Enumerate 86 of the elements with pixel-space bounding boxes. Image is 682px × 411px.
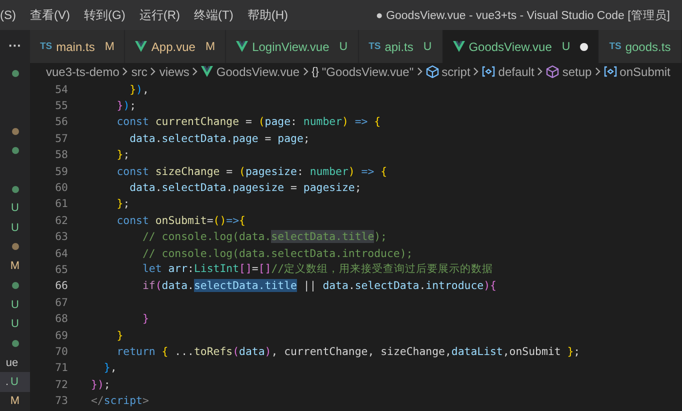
line-number: 59 — [54, 164, 68, 178]
explorer-item[interactable]: U — [0, 218, 30, 238]
line-number: 56 — [54, 115, 68, 128]
line-number: 70 — [54, 344, 68, 358]
vue-icon — [201, 66, 214, 77]
line-number: 68 — [54, 312, 68, 326]
breadcrumb-item[interactable]: {} "GoodsView.vue" — [312, 64, 414, 78]
editor-tab[interactable]: TS goods.ts — [599, 30, 682, 63]
line-number: 69 — [54, 328, 68, 342]
breadcrumb-item[interactable]: setup — [546, 64, 592, 78]
explorer-item[interactable]: U — [0, 198, 30, 218]
explorer-item[interactable]: M — [0, 256, 30, 276]
line-number: 64 — [54, 246, 68, 260]
more-button[interactable]: ··· — [0, 30, 30, 61]
menu-item[interactable]: 终端(T) — [187, 6, 240, 24]
line-number: 63 — [54, 230, 68, 244]
menu-item[interactable]: 帮助(H) — [240, 6, 295, 24]
chevron-icon — [416, 67, 423, 76]
code-line: data.selectData.page = page; — [128, 132, 310, 145]
menu-item[interactable]: 运行(R) — [132, 6, 187, 24]
editor-tab[interactable]: TS main.ts M — [30, 30, 126, 63]
breadcrumb-item[interactable]: views — [159, 64, 190, 78]
explorer-item[interactable]: U — [0, 314, 30, 334]
line-number: 60 — [54, 181, 68, 194]
code-line: data.selectData.pagesize = pagesize; — [128, 181, 362, 194]
line-number: 54 — [54, 82, 68, 96]
code-line: return { ...toRefs(data), currentChange, sizeChange,dataList,onSubmit }; — [116, 344, 580, 358]
code-line: </script> — [91, 394, 149, 408]
menu-item[interactable]: 查看(V) — [23, 6, 77, 24]
breadcrumb-item[interactable]: onSubmit — [604, 64, 670, 78]
breadcrumb-item[interactable]: src — [131, 64, 148, 78]
code-line: // console.log(data.selectData.introduce); — [141, 246, 413, 260]
line-number: 55 — [54, 99, 68, 112]
line-number: 61 — [54, 197, 68, 210]
line-number: 73 — [54, 394, 68, 408]
breadcrumb-item[interactable]: script — [426, 64, 470, 78]
vue-icon — [236, 41, 248, 52]
chevron-icon — [122, 67, 128, 76]
cube-icon — [546, 65, 560, 78]
line-number: 72 — [54, 378, 68, 391]
breadcrumb-item[interactable]: GoodsView.vue — [201, 64, 300, 78]
code-line: const currentChange = (page: number) => { — [116, 115, 381, 128]
code-line: const onSubmit=()=>{ — [116, 214, 246, 227]
breadcrumb-item[interactable]: default — [482, 64, 534, 78]
explorer-item[interactable]: . U — [0, 372, 30, 392]
chevron-icon — [192, 67, 198, 76]
code-line: const sizeChange = (pagesize: number) => { — [116, 164, 388, 178]
breadcrumb-item[interactable]: vue3-ts-demo — [46, 64, 120, 78]
code-line: }), — [128, 82, 149, 96]
editor-tab[interactable]: TS api.ts U — [358, 30, 443, 63]
line-number: 58 — [54, 148, 68, 162]
line-number: 66 — [54, 279, 68, 292]
editor-tab[interactable]: GoodsView.vue U — [442, 30, 600, 63]
vue-icon — [135, 41, 148, 52]
code-line: }); — [91, 378, 110, 391]
code-line: } — [116, 328, 124, 342]
code-line: let arr:ListInt[]=[]//定义数组，用来接受查询过后要展示的数据 — [141, 262, 494, 276]
chevron-icon — [594, 67, 601, 76]
menu-item[interactable]: (S) — [0, 8, 23, 22]
code-line: // console.log(data.selectData.title); — [141, 230, 387, 244]
chevron-icon — [302, 67, 309, 76]
line-number: 67 — [54, 296, 68, 309]
cube-icon — [426, 65, 439, 78]
line-number: 71 — [54, 361, 68, 374]
line-number: 62 — [54, 214, 68, 227]
code-line: }; — [116, 197, 130, 210]
explorer-item[interactable]: U — [0, 295, 30, 315]
chevron-icon — [150, 67, 156, 76]
line-number: 57 — [54, 132, 68, 145]
window-title: ● GoodsView.vue - vue3+ts - Visual Studio Code [管理员] — [376, 8, 671, 22]
chevron-icon — [537, 67, 544, 76]
code-line: }, — [102, 361, 117, 374]
code-line: }; — [116, 148, 130, 162]
line-number: 65 — [54, 262, 68, 276]
explorer-item[interactable]: ue — [0, 353, 30, 372]
editor-tab[interactable]: App.vue M — [125, 30, 226, 63]
explorer-item[interactable]: M — [0, 392, 30, 411]
code-line: } — [141, 312, 149, 326]
code-line: }); — [116, 99, 136, 112]
variable-icon — [604, 66, 617, 77]
vue-icon — [452, 41, 465, 52]
editor-tab[interactable]: LoginView.vue U — [226, 30, 359, 63]
chevron-icon — [473, 67, 480, 76]
menu-item[interactable]: 转到(G) — [77, 6, 132, 24]
code-line: if(data.selectData.title || data.selectData.introduce){ — [141, 279, 496, 292]
variable-icon — [482, 66, 496, 77]
